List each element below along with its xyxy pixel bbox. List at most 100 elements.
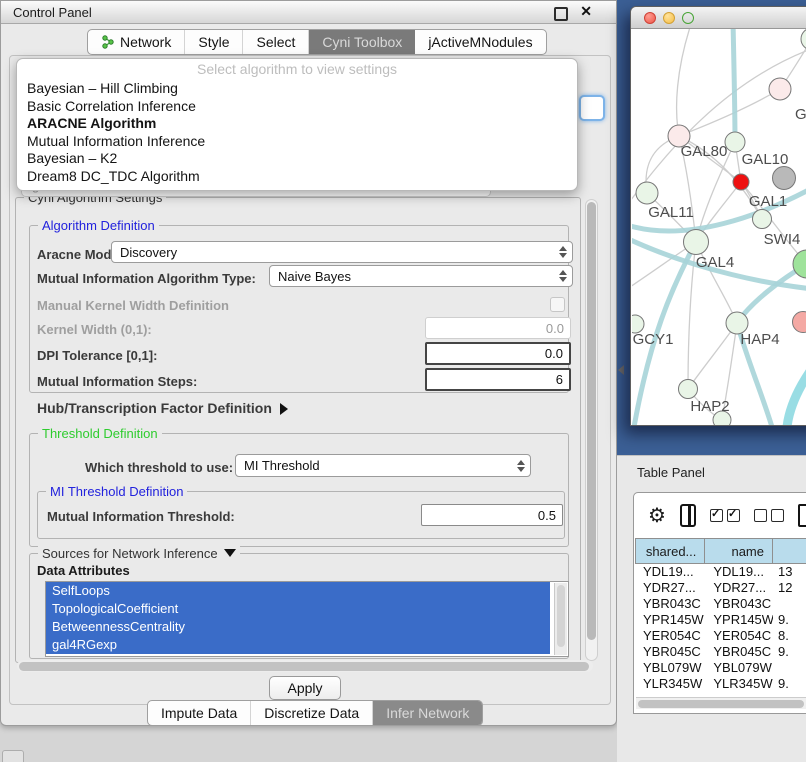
close-icon[interactable]: ✕ [580, 3, 592, 20]
network-node-gal11[interactable] [636, 182, 658, 204]
network-node[interactable] [801, 29, 806, 50]
settings-vertical-scrollbar[interactable] [585, 199, 598, 661]
table-cell: YER054C [635, 628, 705, 644]
minimized-widget-icon[interactable] [2, 750, 24, 762]
table-row[interactable]: YBR043CYBR043C [635, 596, 806, 612]
tab-impute-data[interactable]: Impute Data [148, 701, 251, 725]
table-cell: 13 [773, 564, 806, 580]
kernel-width-label: Kernel Width (0,1): [37, 322, 152, 337]
node-label: HAP4 [740, 331, 779, 348]
sources-toggle[interactable]: Sources for Network Inference [38, 546, 240, 561]
minimize-traffic-light[interactable] [663, 12, 675, 24]
table-row[interactable]: YBL079WYBL079W [635, 660, 806, 676]
table-cell: 9 [773, 692, 806, 694]
tab-select[interactable]: Select [243, 30, 309, 54]
network-canvas[interactable]: GAL80 GAL10 GAL1 GAL11 SWI4 GAL4 GCY1 HA… [632, 29, 806, 425]
tab-infer-network[interactable]: Infer Network [373, 701, 482, 725]
manual-kernel-checkbox[interactable] [550, 297, 565, 312]
kernel-width-field[interactable]: 0.0 [425, 317, 571, 339]
popup-item[interactable]: Mutual Information Inference [17, 133, 577, 151]
network-node-gal10[interactable] [773, 167, 796, 190]
table-row[interactable]: YLR345WYLR345W9. [635, 676, 806, 692]
list-vertical-scrollbar[interactable] [554, 583, 567, 655]
table-row[interactable]: YDR27...YDR27...12 [635, 580, 806, 596]
column-header[interactable]: shared... [635, 538, 705, 564]
network-node[interactable] [725, 132, 745, 152]
deselect-all-icon[interactable] [754, 509, 784, 522]
table-window: ⚙ shared... name YDL19...YDL19...13YDR27… [633, 492, 806, 714]
network-node-selected-red[interactable] [733, 174, 749, 190]
float-window-icon[interactable] [554, 7, 568, 21]
mi-type-combo[interactable]: Naive Bayes [269, 265, 573, 287]
network-node-gal4[interactable] [684, 230, 709, 255]
hub-definition-toggle[interactable]: Hub/Transcription Factor Definition [37, 400, 288, 416]
table-cell: 8. [773, 628, 806, 644]
network-node[interactable] [769, 78, 791, 100]
mi-threshold-field[interactable]: 0.5 [421, 504, 563, 526]
popup-item[interactable]: Bayesian – K2 [17, 150, 577, 168]
table-cell: YDR27... [635, 580, 705, 596]
table-cell [773, 660, 806, 676]
apply-button[interactable]: Apply [269, 676, 341, 700]
popup-item-selected[interactable]: ARACNE Algorithm [17, 115, 577, 133]
select-all-icon[interactable] [710, 509, 740, 522]
list-item[interactable]: TopologicalCoefficient [46, 600, 550, 618]
mi-type-label: Mutual Information Algorithm Type: [37, 271, 256, 286]
list-item[interactable]: BetweennessCentrality [46, 618, 550, 636]
network-node-gal1[interactable] [753, 210, 772, 229]
node-label: HAP2 [690, 398, 729, 415]
table-cell: YBR043C [635, 596, 705, 612]
popup-item[interactable]: Basic Correlation Inference [17, 98, 577, 116]
control-panel-window: Control Panel ✕ Network Style Select [0, 0, 617, 726]
close-traffic-light[interactable] [644, 12, 656, 24]
table-horizontal-scrollbar[interactable] [636, 697, 806, 709]
data-attributes-list: SelfLoops TopologicalCoefficient Between… [45, 581, 569, 657]
settings-horizontal-scrollbar[interactable] [17, 660, 593, 672]
panel-splitter-handle[interactable] [618, 365, 624, 375]
columns-icon[interactable] [680, 504, 696, 527]
network-node-hap2[interactable] [679, 380, 698, 399]
list-item[interactable]: SelfLoops [46, 582, 550, 600]
popup-item[interactable]: Bayesian – Hill Climbing [17, 80, 577, 98]
tab-cyni-toolbox[interactable]: Cyni Toolbox [309, 30, 415, 54]
table-row[interactable]: YIL052CYIL052C9 [635, 692, 806, 694]
tab-network[interactable]: Network [88, 30, 185, 54]
node-label: GAL1 [749, 193, 787, 210]
table-cell: 9. [773, 676, 806, 692]
tab-jactivemnodules[interactable]: jActiveMNodules [415, 30, 545, 54]
column-header[interactable] [773, 538, 806, 564]
table-row[interactable]: YER054CYER054C8. [635, 628, 806, 644]
table-row[interactable]: YPR145WYPR145W9. [635, 612, 806, 628]
node-label: SWI4 [764, 231, 801, 248]
dpi-tolerance-field[interactable]: 0.0 [425, 342, 571, 365]
network-node[interactable] [793, 312, 806, 333]
table-cell: YLR345W [635, 676, 705, 692]
popup-item[interactable]: Dream8 DC_TDC Algorithm [17, 168, 577, 186]
mi-steps-field[interactable]: 6 [425, 368, 571, 391]
network-icon [101, 35, 115, 49]
node-label: GAL4 [696, 254, 734, 271]
tab-discretize-data[interactable]: Discretize Data [251, 701, 373, 725]
node-label: GAL10 [742, 151, 789, 168]
network-window-titlebar[interactable] [631, 7, 806, 29]
table-cell [773, 596, 806, 612]
data-attributes-label: Data Attributes [37, 563, 130, 578]
node-label: GCY1 [633, 331, 674, 348]
gear-icon[interactable]: ⚙ [648, 506, 666, 526]
zoom-traffic-light[interactable] [682, 12, 694, 24]
inference-algorithm-combo-fragment[interactable] [579, 95, 605, 121]
table-body: YDL19...YDL19...13YDR27...YDR27...12YBR0… [635, 564, 806, 694]
node-label-partial: GAL [795, 106, 806, 123]
document-icon[interactable] [798, 504, 806, 527]
table-cell: YDL19... [705, 564, 773, 580]
tab-style[interactable]: Style [185, 30, 243, 54]
table-row[interactable]: YBR045CYBR045C9. [635, 644, 806, 660]
list-item[interactable]: gal4RGexp [46, 636, 550, 654]
table-cell: YDL19... [635, 564, 705, 580]
which-threshold-combo[interactable]: MI Threshold [235, 454, 531, 477]
table-row[interactable]: YDL19...YDL19...13 [635, 564, 806, 580]
aracne-mode-combo[interactable]: Discovery [111, 241, 573, 263]
column-header[interactable]: name [705, 538, 773, 564]
control-panel-titlebar[interactable]: Control Panel ✕ [1, 1, 616, 24]
table-cell: 9. [773, 612, 806, 628]
